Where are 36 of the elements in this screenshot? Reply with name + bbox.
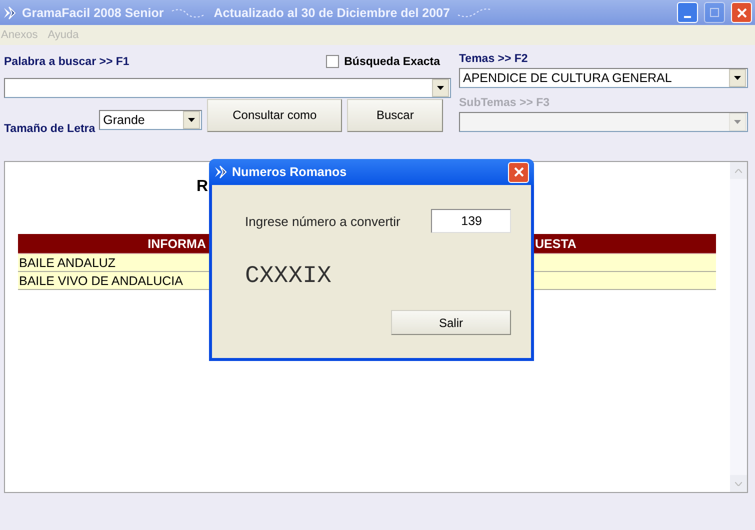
close-button[interactable] [508,162,529,182]
app-logo-icon [3,6,16,20]
close-icon [736,8,746,18]
minimize-button[interactable] [677,2,698,23]
font-size-combo[interactable]: Grande [99,110,202,130]
window-title: GramaFacil 2008 Senior [22,6,164,20]
table-cell: BAILE VIVO DE ANDALUCIA [18,272,208,290]
exact-checkbox[interactable] [326,55,340,68]
search-button[interactable]: Buscar [347,98,444,132]
subtopics-label: SubTemas >> F3 [459,97,551,109]
table-cell: BAILE ANDALUZ [18,254,208,272]
app-logo-icon [214,165,227,179]
exit-button[interactable]: Salir [391,310,511,335]
topics-label: Temas >> F2 [459,53,529,65]
roman-result: CXXXIX [245,263,332,290]
number-input[interactable]: 139 [431,209,511,233]
dropdown-arrow-icon [437,86,444,90]
exact-label: Búsqueda Exacta [344,56,440,68]
close-button[interactable] [731,2,752,23]
font-size-label: Tamaño de Letra [4,123,96,135]
consult-button[interactable]: Consultar como [207,98,342,132]
minimize-icon [684,16,691,18]
dropdown-arrow-icon [734,76,741,80]
maximize-icon [710,8,719,17]
dialog-title: Numeros Romanos [232,165,347,179]
column-header: INFORMA [18,234,208,254]
search-label: Palabra a buscar >> F1 [4,56,130,68]
results-heading: R [195,178,208,196]
prompt-label: Ingrese número a convertir [245,214,400,228]
close-icon [514,167,524,177]
search-combo[interactable] [4,78,451,98]
dropdown-arrow-icon [734,120,741,124]
dropdown-arrow-icon [188,118,196,122]
window-subtitle: Actualizado al 30 de Diciembre del 2007 [214,6,450,20]
column-header: UESTA [533,234,716,254]
topics-combo[interactable]: APENDICE DE CULTURA GENERAL [459,68,748,88]
